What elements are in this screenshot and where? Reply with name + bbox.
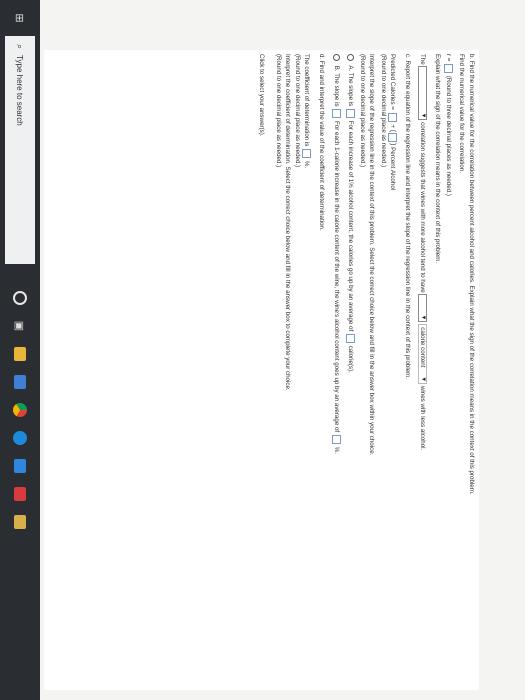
search-icon: ⌕ xyxy=(15,44,26,50)
close-paren: ) xyxy=(388,143,396,146)
option-b-letter: B. xyxy=(332,65,340,72)
coefficient-label: The coefficient of determination is xyxy=(302,54,310,147)
chevron-down-icon: ▼ xyxy=(420,314,426,321)
option-a-pre: The slope is xyxy=(346,72,354,107)
option-a-average-box[interactable] xyxy=(346,333,355,343)
r-answer-row: r = (Round to three decimal places as ne… xyxy=(444,54,453,196)
slope-answer-box[interactable] xyxy=(388,133,397,143)
option-b-text: For each 1-calorie increase in the calor… xyxy=(332,121,340,433)
coefficient-end: %. xyxy=(302,160,310,169)
windows-taskbar: ⊞ ⌕ Type here to search ▣ xyxy=(0,0,40,700)
coefficient-row: The coefficient of determination is %. xyxy=(302,54,311,168)
r-label: r = xyxy=(444,54,452,62)
sign-dropdown[interactable]: ▼ xyxy=(418,66,427,121)
file-explorer-icon[interactable] xyxy=(0,340,40,368)
intercept-answer-box[interactable] xyxy=(388,112,397,122)
round-one-note-b: (Round to one decimal place as needed.) xyxy=(359,54,366,168)
part-b-title: b. Find the numerical value for the corr… xyxy=(468,54,475,495)
option-b-radio[interactable] xyxy=(333,54,340,61)
office-icon[interactable] xyxy=(0,480,40,508)
option-b[interactable]: B. The slope is For each 1-calorie incre… xyxy=(332,54,341,454)
explain-sign-text: Explain what the sign of the correlation… xyxy=(434,54,441,264)
correlation-text: correlation suggests that wines with mor… xyxy=(418,122,426,293)
click-to-select-text: Click to select your answer(s). xyxy=(258,54,265,137)
part-b-find-text: Find the numerical value for the correla… xyxy=(458,54,465,173)
round-three-note: (Round to three decimal places as needed… xyxy=(444,75,452,196)
chevron-down-icon: ▼ xyxy=(420,376,426,383)
option-a-slope-box[interactable] xyxy=(346,108,355,118)
calorie-content-dropdown[interactable]: calorie content ▼ xyxy=(418,324,427,385)
mail-icon[interactable] xyxy=(0,452,40,480)
calorie-content-value: calorie content xyxy=(419,327,426,368)
interpret-coefficient-text: Interpret the coefficient of determinati… xyxy=(284,54,291,391)
option-a-radio[interactable] xyxy=(347,54,354,61)
chevron-down-icon: ▼ xyxy=(420,112,426,119)
option-a-text: For each increase of 1% alcohol content,… xyxy=(346,120,354,332)
windows-start-icon[interactable]: ⊞ xyxy=(0,0,40,36)
task-view-icon[interactable]: ▣ xyxy=(0,312,40,340)
store-icon[interactable] xyxy=(0,368,40,396)
part-c-title: c. Report the equation of the regression… xyxy=(404,54,411,380)
option-b-pre: The slope is xyxy=(332,73,340,107)
cortana-icon[interactable] xyxy=(0,284,40,312)
question-panel: b. Find the numerical value for the corr… xyxy=(44,50,479,690)
edge-icon[interactable] xyxy=(0,424,40,452)
part-d-title: d. Find and interpret the value of the c… xyxy=(318,54,325,231)
monitor-screen: b. Find the numerical value for the corr… xyxy=(0,0,525,700)
interpret-slope-text: Interpret the slope of the regression li… xyxy=(368,54,375,456)
option-b-slope-box[interactable] xyxy=(332,109,341,119)
app-icon[interactable] xyxy=(0,508,40,536)
percent-alcohol-label: Percent Alcohol xyxy=(388,147,396,191)
option-a-letter: A. xyxy=(346,65,354,72)
predicted-calories-label: Predicted Calories = xyxy=(388,54,396,110)
taskbar-search-box[interactable]: ⌕ Type here to search xyxy=(5,36,35,264)
round-one-note: (Round to one decimal place as needed.) xyxy=(380,54,387,168)
option-b-average-box[interactable] xyxy=(332,434,341,444)
chrome-icon[interactable] xyxy=(0,396,40,424)
round-one-note-d: (Round to one decimal place as needed.) xyxy=(294,54,301,168)
r-answer-box[interactable] xyxy=(444,64,453,74)
open-paren: ( xyxy=(388,129,396,133)
regression-equation-row: Predicted Calories = + () Percent Alcoho… xyxy=(388,54,397,190)
round-one-note-d2: (Round to one decimal place as needed.) xyxy=(275,54,282,168)
coefficient-answer-box[interactable] xyxy=(302,149,311,159)
comparison-dropdown[interactable]: ▼ xyxy=(418,294,427,323)
option-b-end: %. xyxy=(332,446,340,454)
correlation-sentence-row: The ▼ correlation suggests that wines wi… xyxy=(418,54,427,450)
option-a-end: calorie(s). xyxy=(346,345,354,373)
search-placeholder: Type here to search xyxy=(15,55,25,126)
tail-text: wines with less alcohol. xyxy=(418,385,426,451)
plus-sign: + xyxy=(388,124,396,128)
option-a[interactable]: A. The slope is For each increase of 1% … xyxy=(346,54,355,373)
the-label: The xyxy=(418,54,426,65)
